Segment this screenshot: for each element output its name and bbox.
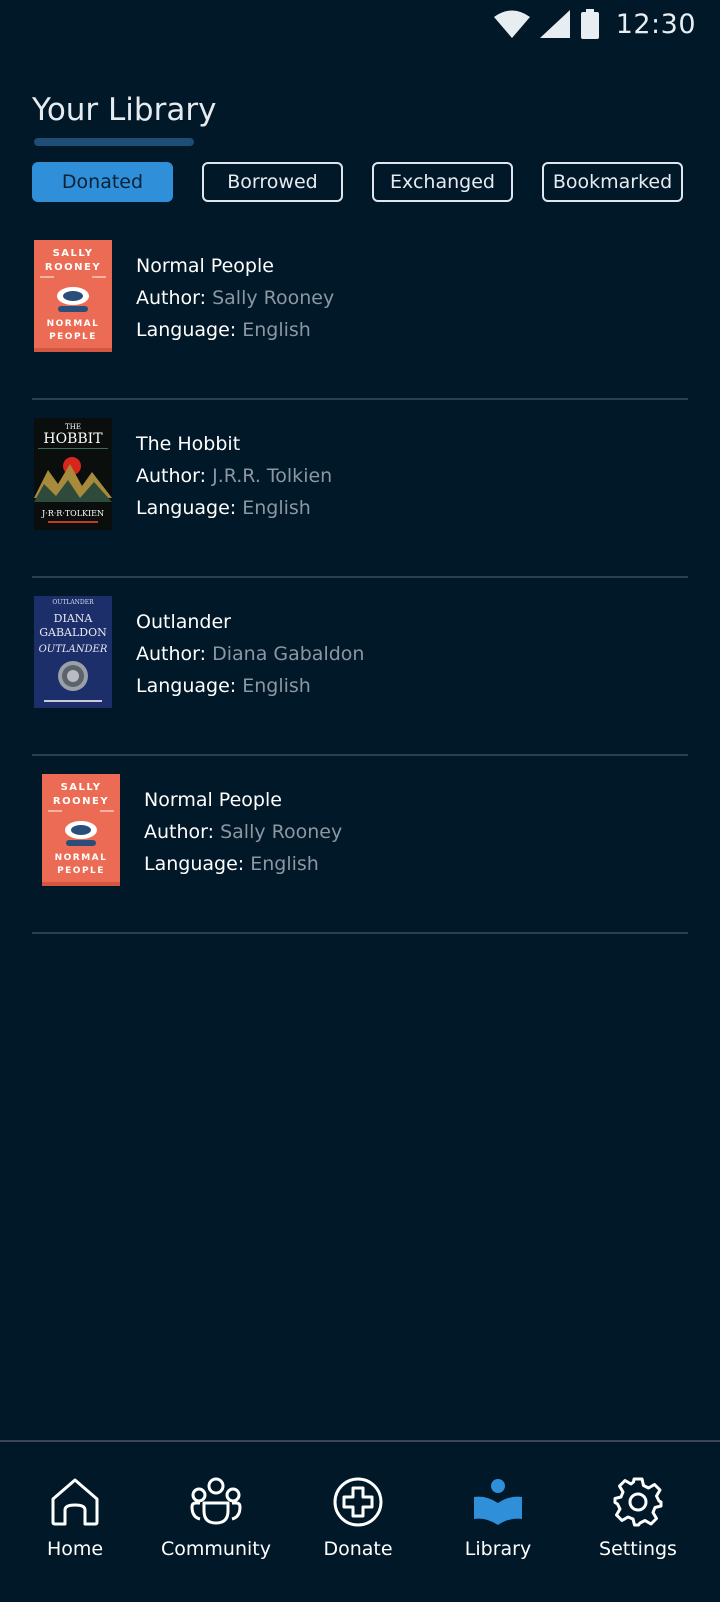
language-label: Language: [136,675,237,697]
book-author: Sally Rooney [220,821,343,843]
author-label: Author: [136,465,207,487]
bottom-nav: Home Community Donate Library Settings [0,1440,720,1602]
book-author-row: Author: Sally Rooney [144,816,342,848]
page-title: Your Library [32,92,217,128]
book-title: Normal People [136,255,274,277]
cover-text: NORMAL [47,319,100,329]
tab-exchanged[interactable]: Exchanged [372,162,513,202]
book-author-row: Author: Diana Gabaldon [136,638,364,670]
cover-text: OUTLANDER [52,599,94,606]
cover-text: GABALDON [39,626,107,639]
wifi-icon [493,10,530,38]
nav-label: Community [161,1538,271,1560]
book-info: Normal People Author: Sally Rooney Langu… [144,784,342,880]
nav-label: Home [46,1538,104,1560]
book-cover: SALLY ROONEY NORMAL PEOPLE [34,240,112,352]
book-title: The Hobbit [136,433,241,455]
book-author: Diana Gabaldon [212,643,365,665]
tab-donated[interactable]: Donated [32,162,173,202]
book-language: English [250,853,319,875]
book-author: Sally Rooney [212,287,335,309]
book-language-row: Language: English [136,314,334,346]
status-icons: 12:30 [493,8,696,40]
donate-icon [333,1477,383,1527]
nav-label: Settings [599,1538,677,1560]
library-icon [474,1479,522,1525]
book-language: English [242,319,311,341]
tab-bookmarked[interactable]: Bookmarked [542,162,683,202]
book-info: The Hobbit Author: J.R.R. Tolkien Langua… [136,428,332,524]
nav-donate[interactable]: Donate [288,1474,428,1560]
signal-icon [539,10,570,38]
cover-text: SALLY [61,782,102,793]
book-author-row: Author: J.R.R. Tolkien [136,460,332,492]
book-language-row: Language: English [144,848,342,880]
cover-text: ROONEY [45,262,101,273]
nav-library[interactable]: Library [428,1474,568,1560]
cover-text: SALLY [53,248,94,259]
cover-text: PEOPLE [49,332,97,342]
library-tabs: Donated Borrowed Exchanged Bookmarked [32,162,684,202]
language-label: Language: [144,853,245,875]
book-list: SALLY ROONEY NORMAL PEOPLE Normal People… [32,222,688,934]
list-item[interactable]: SALLY ROONEY NORMAL PEOPLE Normal People… [32,222,688,400]
language-label: Language: [136,319,237,341]
cover-text: OUTLANDER [39,644,108,655]
cover-text: THE [65,423,81,431]
book-language: English [242,497,311,519]
book-cover: OUTLANDER DIANA GABALDON OUTLANDER [34,596,112,708]
nav-settings[interactable]: Settings [568,1474,708,1560]
author-label: Author: [144,821,215,843]
cover-text: ROONEY [53,796,109,807]
status-time: 12:30 [615,8,696,40]
book-title: Normal People [144,789,282,811]
book-author: J.R.R. Tolkien [212,465,333,487]
status-bar: 12:30 [0,0,720,48]
nav-label: Library [464,1538,532,1560]
home-icon [51,1478,99,1526]
list-item[interactable]: SALLY ROONEY NORMAL PEOPLE Normal People… [32,756,688,934]
book-info: Normal People Author: Sally Rooney Langu… [136,250,334,346]
nav-community[interactable]: Community [146,1474,286,1560]
book-language: English [242,675,311,697]
language-label: Language: [136,497,237,519]
book-cover: THE HOBBIT J·R·R·TOLKIEN [34,418,112,530]
cover-text: HOBBIT [43,431,103,447]
cover-text: NORMAL [55,853,108,863]
cover-text: PEOPLE [57,866,105,876]
book-title: Outlander [136,611,231,633]
list-item[interactable]: THE HOBBIT J·R·R·TOLKIEN The Hobbit Auth… [32,400,688,578]
nav-label: Donate [323,1538,393,1560]
cover-text: J·R·R·TOLKIEN [41,509,104,518]
nav-home[interactable]: Home [5,1474,145,1560]
title-underline [34,138,194,146]
cover-text: DIANA [54,612,94,625]
book-author-row: Author: Sally Rooney [136,282,334,314]
author-label: Author: [136,287,207,309]
settings-icon [613,1477,663,1527]
author-label: Author: [136,643,207,665]
book-cover: SALLY ROONEY NORMAL PEOPLE [42,774,120,886]
book-language-row: Language: English [136,670,364,702]
book-language-row: Language: English [136,492,332,524]
battery-icon [580,9,599,39]
community-icon [190,1477,242,1525]
tab-borrowed[interactable]: Borrowed [202,162,343,202]
book-info: Outlander Author: Diana Gabaldon Languag… [136,606,364,702]
list-item[interactable]: OUTLANDER DIANA GABALDON OUTLANDER Outla… [32,578,688,756]
